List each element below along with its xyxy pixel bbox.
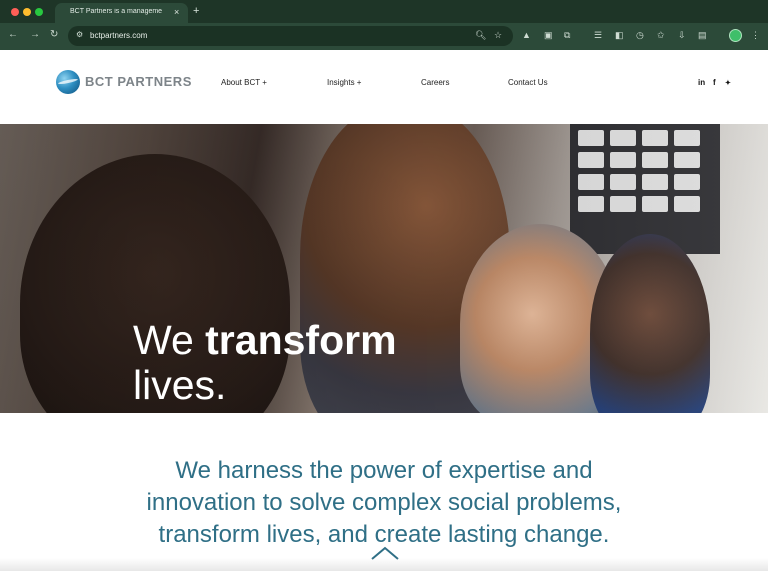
web-page: BCT PARTNERS About BCT + Insights + Care… <box>0 50 768 571</box>
site-settings-icon[interactable]: ⚙ <box>76 30 83 39</box>
downloads-icon[interactable]: ⇩ <box>678 30 686 41</box>
drive-extension-icon[interactable]: ▲ <box>522 30 531 41</box>
tab-strip: BCT Partners is a manageme × + <box>0 0 768 23</box>
logo-globe-icon[interactable] <box>56 70 80 94</box>
bookmark-star-icon[interactable]: ☆ <box>494 30 502 41</box>
browser-toolbar: ← → ↻ ⚙ bctpartners.com 🔍︎ ☆ ▲ ▣ ⧉ ☰ ◧ ◷… <box>0 23 768 50</box>
mission-statement: We harness the power of expertise and in… <box>146 457 622 548</box>
tab-search-icon[interactable]: ▤ <box>698 30 707 41</box>
side-panel-icon[interactable]: ◧ <box>615 30 624 41</box>
browser-menu-icon[interactable]: ⋮ <box>751 30 760 41</box>
nav-contact[interactable]: Contact Us <box>508 78 548 87</box>
zoom-icon[interactable]: 🔍︎ <box>475 30 486 41</box>
tab-close-icon[interactable]: × <box>174 7 179 17</box>
tab-title: BCT Partners is a manageme <box>70 8 163 15</box>
profile-avatar[interactable] <box>729 29 742 42</box>
nav-careers[interactable]: Careers <box>421 78 449 87</box>
forward-button[interactable]: → <box>30 29 40 41</box>
site-header: BCT PARTNERS About BCT + Insights + Care… <box>0 50 768 124</box>
address-bar[interactable]: ⚙ bctpartners.com 🔍︎ ☆ <box>68 26 513 46</box>
maximize-window-button[interactable] <box>35 8 43 16</box>
hero-headline-line2: lives. <box>133 362 227 408</box>
browser-chrome: BCT Partners is a manageme × + ← → ↻ ⚙ b… <box>0 0 768 50</box>
logo-text[interactable]: BCT PARTNERS <box>85 74 192 89</box>
hero-banner: We transform lives. <box>0 124 768 413</box>
close-window-button[interactable] <box>11 8 19 16</box>
twitter-icon[interactable]: ✦ <box>725 79 731 87</box>
hero-headline: We transform <box>133 317 397 363</box>
bookmarks-icon[interactable]: ✩ <box>657 30 665 41</box>
linkedin-icon[interactable]: in <box>698 78 705 87</box>
new-tab-button[interactable]: + <box>193 5 199 17</box>
facebook-icon[interactable]: f <box>713 78 716 87</box>
url-text[interactable]: bctpartners.com <box>90 31 147 40</box>
nav-insights[interactable]: Insights + <box>327 78 361 87</box>
minimize-window-button[interactable] <box>23 8 31 16</box>
camera-extension-icon[interactable]: ▣ <box>544 30 553 41</box>
history-icon[interactable]: ◷ <box>636 30 644 41</box>
browser-tab[interactable]: BCT Partners is a manageme × <box>55 3 188 23</box>
nav-about[interactable]: About BCT + <box>221 78 267 87</box>
reload-button[interactable]: ↻ <box>50 29 58 41</box>
back-button[interactable]: ← <box>8 29 18 41</box>
reading-list-icon[interactable]: ☰ <box>594 30 602 41</box>
extensions-icon[interactable]: ⧉ <box>564 30 570 41</box>
